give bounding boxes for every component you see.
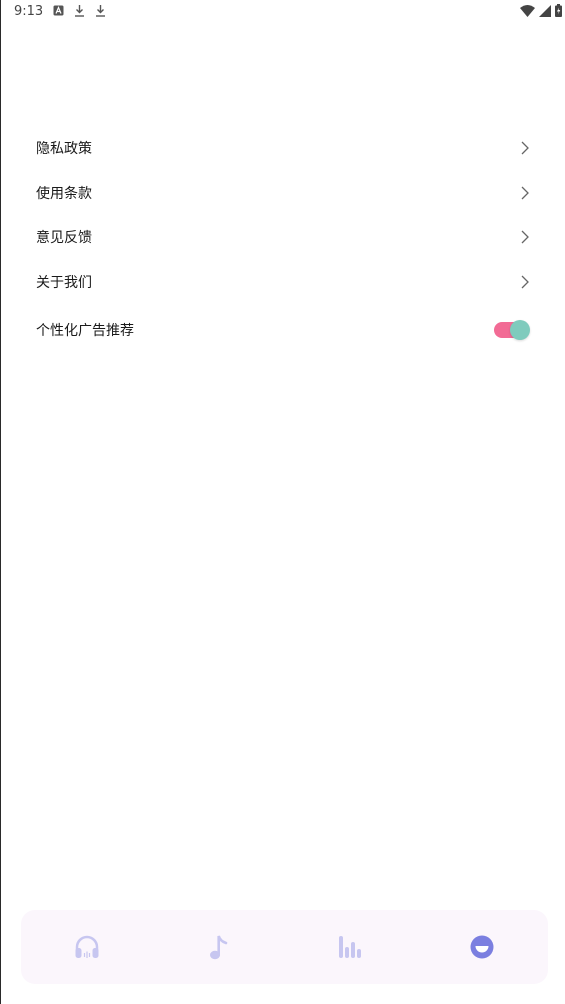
- nav-stats[interactable]: [320, 917, 380, 977]
- personalized-ads-item: 个性化广告推荐: [1, 304, 565, 356]
- battery-icon: [555, 4, 562, 21]
- status-bar: 9:13: [1, 0, 565, 24]
- nav-listen[interactable]: [57, 917, 117, 977]
- feedback-item[interactable]: 意见反馈: [1, 215, 565, 260]
- settings-item-label: 使用条款: [36, 185, 92, 202]
- headphones-icon: [75, 935, 99, 958]
- chevron-right-icon: [521, 275, 529, 289]
- download-icon: [95, 4, 106, 21]
- terms-of-use-item[interactable]: 使用条款: [1, 171, 565, 216]
- settings-item-label: 关于我们: [36, 274, 92, 291]
- personalized-ads-label: 个性化广告推荐: [36, 323, 134, 339]
- equalizer-icon: [339, 936, 362, 958]
- chevron-right-icon: [521, 186, 529, 200]
- signal-icon: [539, 4, 551, 21]
- toggle-thumb: [510, 320, 530, 340]
- a-icon: [53, 5, 64, 20]
- app-screen: 9:13 隐私政策 使用条款 意见反馈 关于我们 个性化广告推荐: [0, 0, 565, 1004]
- music-note-icon: [209, 935, 227, 960]
- status-icons-left: [53, 4, 106, 21]
- wifi-icon: [520, 4, 535, 21]
- status-icons-right: [520, 4, 562, 21]
- privacy-policy-item[interactable]: 隐私政策: [1, 126, 565, 171]
- settings-list: 隐私政策 使用条款 意见反馈 关于我们 个性化广告推荐: [1, 126, 565, 356]
- smile-icon: [470, 935, 494, 959]
- chevron-right-icon: [521, 141, 529, 155]
- personalized-ads-toggle[interactable]: [494, 320, 530, 340]
- about-us-item[interactable]: 关于我们: [1, 260, 565, 305]
- settings-item-label: 意见反馈: [36, 230, 92, 247]
- nav-profile[interactable]: [452, 917, 512, 977]
- download-icon: [74, 4, 85, 21]
- bottom-nav: [21, 910, 548, 984]
- status-time: 9:13: [14, 4, 44, 19]
- settings-item-label: 隐私政策: [36, 141, 92, 158]
- nav-music[interactable]: [189, 917, 249, 977]
- chevron-right-icon: [521, 230, 529, 244]
